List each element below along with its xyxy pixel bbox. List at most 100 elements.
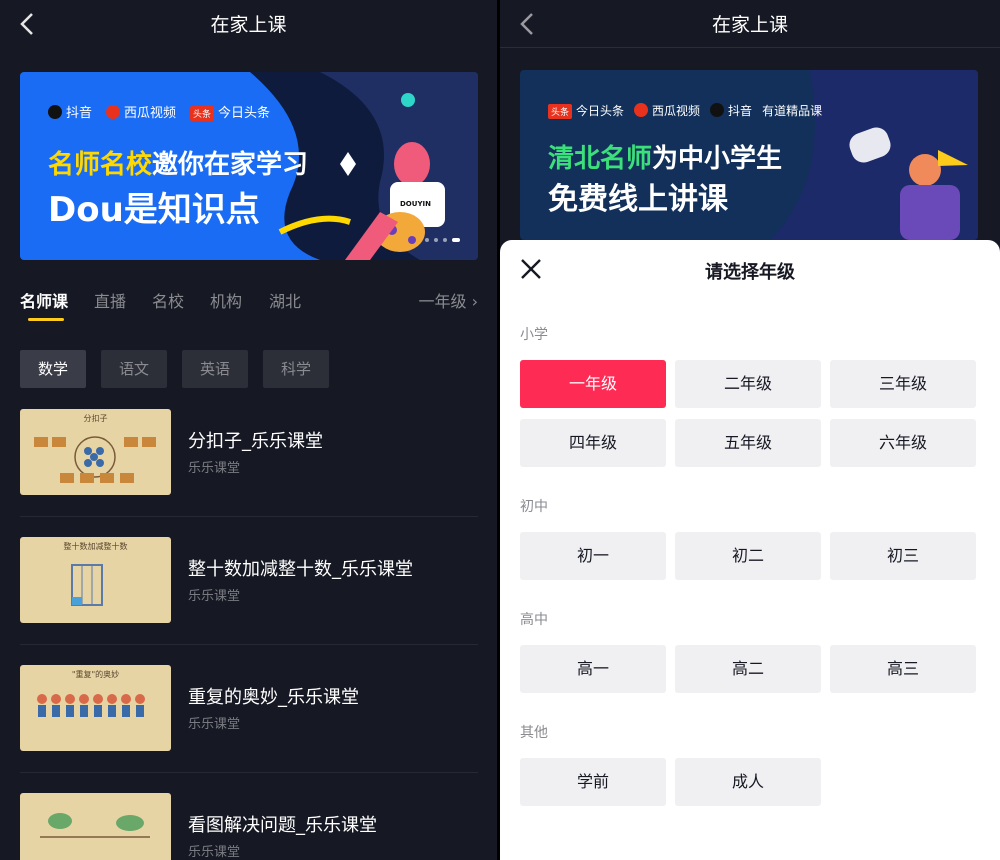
course-title: 分扣子_乐乐课堂	[188, 431, 323, 452]
headline-rest: 邀你在家学习	[152, 150, 309, 180]
xigua-logo: 西瓜视频	[106, 102, 176, 121]
grade-option[interactable]: 成人	[675, 758, 821, 806]
partner-logos: 头条 今日头条 西瓜视频 抖音 有道精品课	[548, 102, 822, 119]
promo-banner[interactable]: 头条 今日头条 西瓜视频 抖音 有道精品课 清北名师为中小学生 免费线上讲课	[520, 70, 978, 240]
course-item[interactable]: 看图解决问题_乐乐课堂 乐乐课堂	[20, 793, 478, 860]
grade-selector[interactable]: 一年级 ›	[418, 288, 478, 312]
divider	[20, 644, 478, 645]
chevron-right-icon: ›	[471, 292, 478, 311]
headline-rest: 为中小学生	[652, 144, 783, 174]
course-source: 乐乐课堂	[188, 589, 241, 604]
play-icon	[106, 105, 121, 119]
xigua-logo: 西瓜视频	[634, 102, 700, 119]
grade-picker-sheet: 请选择年级 小学 一年级 二年级 三年级 四年级 五年级 六年级 初中 初一 初…	[500, 240, 1000, 860]
headline-accent: 名师名校	[48, 150, 153, 180]
grade-selector-label: 一年级	[418, 292, 467, 311]
carousel-indicator	[425, 238, 460, 242]
toutiao-logo: 头条 今日头条	[190, 102, 270, 121]
screen-grade-picker: 在家上课 头条 今日头条 西瓜视频 抖音 有道精品课 清北名师为中小学生 免费线上…	[500, 0, 1000, 860]
course-title: 整十数加减整十数_乐乐课堂	[188, 559, 413, 580]
thumbnail-art	[40, 813, 150, 838]
section-label-primary: 小学	[520, 327, 548, 343]
banner-headline: 名师名校邀你在家学习	[48, 144, 308, 181]
subject-english[interactable]: 英语	[182, 350, 248, 388]
douyin-logo: 抖音	[48, 102, 92, 121]
banner-subheadline: Dou是知识点	[48, 190, 260, 230]
course-title: 重复的奥妙_乐乐课堂	[188, 687, 359, 708]
tab-live[interactable]: 直播	[94, 288, 126, 312]
course-thumbnail	[20, 793, 171, 860]
grade-option[interactable]: 高一	[520, 645, 666, 693]
course-item[interactable]: 分扣子 分扣子_乐乐课堂 乐乐课堂	[20, 409, 478, 517]
banner-headline: 清北名师为中小学生	[548, 138, 782, 175]
course-item[interactable]: 整十数加减整十数 整十数加减整十数_乐乐课堂 乐乐课堂	[20, 537, 478, 645]
logo-label: 抖音	[66, 106, 93, 121]
thumbnail-art	[71, 564, 103, 606]
course-thumbnail: 分扣子	[20, 409, 171, 495]
tab-famous-teachers[interactable]: 名师课	[20, 288, 68, 312]
grade-option[interactable]: 四年级	[520, 419, 666, 467]
nav-bar: 在家上课	[500, 0, 1000, 48]
promo-banner[interactable]: 抖音 西瓜视频 头条 今日头条 名师名校邀你在家学习 Dou是知识点 DOUYIN	[20, 72, 478, 260]
course-item[interactable]: "重复"的奥妙 重复的奥妙_乐乐课堂 乐乐课堂	[20, 665, 478, 773]
logo-label: 今日头条	[576, 104, 625, 118]
toutiao-icon: 头条	[548, 104, 573, 119]
course-source: 乐乐课堂	[188, 461, 241, 476]
headline-accent: 清北名师	[548, 144, 653, 174]
subject-science[interactable]: 科学	[263, 350, 329, 388]
section-label-junior-high: 初中	[520, 499, 548, 515]
grade-option[interactable]: 初二	[675, 532, 821, 580]
carousel-dot	[434, 238, 438, 242]
thumbnail-art	[34, 436, 156, 483]
course-source: 乐乐课堂	[188, 845, 241, 860]
play-icon	[634, 103, 649, 117]
logo-label: 抖音	[728, 104, 753, 118]
banner-subheadline: 免费线上讲课	[548, 182, 728, 217]
logo-label: 西瓜视频	[652, 104, 701, 118]
course-thumbnail: "重复"的奥妙	[20, 665, 171, 751]
grade-option[interactable]: 六年级	[830, 419, 976, 467]
carousel-dot-active	[452, 238, 460, 242]
divider	[20, 516, 478, 517]
course-thumbnail: 整十数加减整十数	[20, 537, 171, 623]
course-title: 看图解决问题_乐乐课堂	[188, 815, 377, 836]
thumbnail-art	[37, 694, 145, 717]
grade-option[interactable]: 高三	[830, 645, 976, 693]
logo-label: 有道精品课	[762, 104, 823, 118]
carousel-dot	[425, 238, 429, 242]
grade-option[interactable]: 二年级	[675, 360, 821, 408]
logo-label: 今日头条	[218, 106, 271, 121]
active-tab-indicator	[28, 318, 64, 321]
section-label-senior-high: 高中	[520, 612, 548, 628]
page-title: 在家上课	[210, 14, 287, 36]
grade-option[interactable]: 一年级	[520, 360, 666, 408]
sheet-title: 请选择年级	[705, 262, 795, 283]
carousel-dot	[443, 238, 447, 242]
subject-chinese[interactable]: 语文	[101, 350, 167, 388]
nav-bar: 在家上课	[0, 0, 497, 48]
grade-option[interactable]: 学前	[520, 758, 666, 806]
partner-logos: 抖音 西瓜视频 头条 今日头条	[48, 102, 270, 121]
tab-hubei[interactable]: 湖北	[269, 288, 301, 312]
grade-option[interactable]: 高二	[675, 645, 821, 693]
douyin-icon	[48, 105, 62, 119]
course-source: 乐乐课堂	[188, 717, 241, 732]
banner-badge: DOUYIN	[400, 200, 431, 208]
douyin-icon	[710, 103, 725, 117]
logo-label: 西瓜视频	[124, 106, 177, 121]
grade-option[interactable]: 初三	[830, 532, 976, 580]
toutiao-logo: 头条 今日头条	[548, 102, 624, 119]
grade-option[interactable]: 五年级	[675, 419, 821, 467]
grade-option[interactable]: 初一	[520, 532, 666, 580]
grade-option[interactable]: 三年级	[830, 360, 976, 408]
category-tabs: 名师课 直播 名校 机构 湖北 一年级 ›	[20, 288, 478, 328]
youdao-logo: 有道精品课	[762, 102, 822, 119]
toutiao-icon: 头条	[190, 106, 215, 121]
section-label-other: 其他	[520, 725, 548, 741]
tab-institutions[interactable]: 机构	[210, 288, 242, 312]
subject-math[interactable]: 数学	[20, 350, 86, 388]
tab-schools[interactable]: 名校	[152, 288, 184, 312]
page-title: 在家上课	[711, 14, 788, 36]
subject-filter: 数学 语文 英语 科学	[20, 350, 329, 388]
douyin-logo: 抖音	[710, 102, 752, 119]
